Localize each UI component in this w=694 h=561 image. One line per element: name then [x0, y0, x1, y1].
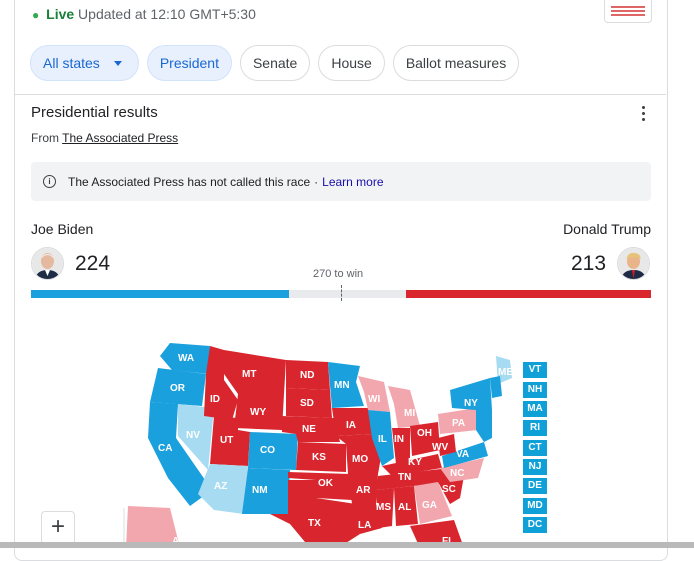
info-icon: i	[43, 175, 56, 188]
trump-avatar	[617, 247, 650, 280]
label-me: ME	[498, 367, 513, 378]
box-nj[interactable]: NJ	[523, 459, 547, 475]
chip-ballot-measures[interactable]: Ballot measures	[392, 45, 520, 81]
label-tn: TN	[398, 472, 411, 483]
page-bottom-strip	[0, 542, 694, 548]
label-mo: MO	[352, 454, 368, 465]
dropdown-caret-icon	[113, 60, 122, 66]
label-ks: KS	[312, 452, 326, 463]
label-al: AL	[398, 502, 411, 513]
more-options-icon[interactable]	[640, 106, 646, 122]
live-dot-icon: ●	[32, 8, 40, 22]
box-vt[interactable]: VT	[523, 362, 547, 378]
box-dc[interactable]: DC	[523, 517, 547, 533]
label-mt: MT	[242, 369, 256, 380]
label-sd: SD	[300, 398, 314, 409]
label-sc: SC	[442, 484, 456, 495]
candidate-left-votes: 224	[75, 252, 111, 275]
label-nv: NV	[186, 430, 200, 441]
state-vt-nh	[490, 376, 502, 398]
filter-chips: All states President Senate House Ballot…	[30, 45, 520, 81]
electoral-bar-left	[31, 290, 289, 298]
label-ne: NE	[302, 424, 316, 435]
label-nc: NC	[450, 468, 464, 479]
box-md[interactable]: MD	[523, 498, 547, 514]
label-mn: MN	[334, 380, 350, 391]
label-wi: WI	[368, 394, 380, 405]
biden-avatar	[31, 247, 64, 280]
us-flag-icon[interactable]	[604, 0, 652, 23]
race-not-called-notice: i The Associated Press has not called th…	[31, 162, 651, 201]
label-id: ID	[210, 394, 220, 405]
source-link[interactable]: The Associated Press	[62, 131, 178, 145]
label-ms: MS	[376, 502, 391, 513]
label-nm: NM	[252, 485, 268, 496]
updated-time: Updated at 12:10 GMT+5:30	[78, 6, 256, 22]
divider	[15, 94, 666, 95]
candidate-left-name: Joe Biden	[31, 221, 94, 237]
label-nd: ND	[300, 370, 314, 381]
label-wy: WY	[250, 407, 266, 418]
state-ne-coast	[476, 410, 492, 442]
label-wa: WA	[178, 353, 194, 364]
label-pa: PA	[452, 418, 465, 429]
box-de[interactable]: DE	[523, 478, 547, 494]
zoom-in-button[interactable]: +	[41, 511, 75, 545]
label-ca: CA	[158, 443, 172, 454]
label-az: AZ	[214, 481, 227, 492]
electoral-bar-undecided	[289, 290, 406, 298]
learn-more-link[interactable]: Learn more	[322, 175, 383, 189]
label-ar: AR	[356, 485, 371, 496]
state-mi	[388, 386, 420, 428]
chip-senate[interactable]: Senate	[239, 45, 311, 81]
label-mi: MI	[404, 408, 415, 419]
box-ri[interactable]: RI	[523, 420, 547, 436]
label-ok: OK	[318, 478, 334, 489]
label-oh: OH	[417, 428, 432, 439]
live-status: ● Live Updated at 12:10 GMT+5:30	[32, 6, 256, 22]
results-source: From The Associated Press	[31, 131, 179, 145]
candidate-right-name: Donald Trump	[563, 221, 651, 237]
us-electoral-map[interactable]: WA OR CA ID NV MT WY UT AZ CO NM ND SD N…	[120, 338, 560, 548]
label-wv: WV	[432, 442, 448, 453]
label-ny: NY	[464, 398, 478, 409]
label-or: OR	[170, 383, 186, 394]
chip-president[interactable]: President	[146, 45, 232, 81]
to-win-marker	[341, 285, 342, 301]
box-ct[interactable]: CT	[523, 440, 547, 456]
box-nh[interactable]: NH	[523, 382, 547, 398]
label-ia: IA	[346, 420, 356, 431]
chip-all-states[interactable]: All states	[30, 45, 139, 81]
label-ut: UT	[220, 435, 233, 446]
box-ma[interactable]: MA	[523, 401, 547, 417]
to-win-label: 270 to win	[313, 268, 364, 280]
label-co: CO	[260, 445, 275, 456]
label-in: IN	[394, 434, 404, 445]
live-label: Live	[46, 6, 75, 22]
results-title: Presidential results	[31, 104, 158, 121]
label-tx: TX	[308, 518, 321, 529]
electoral-bar-right	[406, 290, 651, 298]
candidate-right-votes: 213	[571, 252, 607, 275]
label-ga: GA	[422, 500, 437, 511]
chip-house[interactable]: House	[318, 45, 385, 81]
label-va: VA	[456, 449, 469, 460]
label-ky: KY	[408, 457, 422, 468]
label-la: LA	[358, 520, 371, 531]
label-il: IL	[378, 434, 387, 445]
